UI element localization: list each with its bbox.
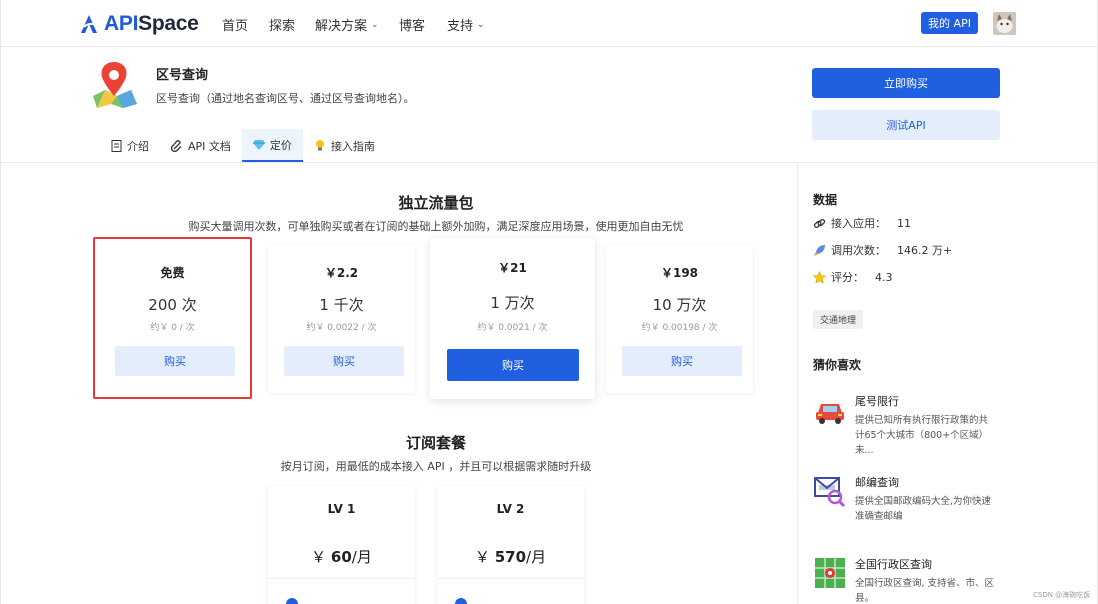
traffic-section-subtitle: 购买大量调用次数，可单独购买或者在订阅的基础上额外加购，满足深度应用场景，使用更… [188, 220, 684, 233]
plan-unit-price: 约￥ 0.0022 / 次 [306, 323, 377, 333]
subscription-section-title: 订阅套餐 [405, 434, 466, 452]
divider [268, 578, 415, 579]
recommend-title: 邮编查询 [855, 476, 899, 489]
diamond-icon [252, 139, 265, 151]
recommend-description: 提供已知所有执行限行政策的共计65个大城市（800+个区域）未... [855, 415, 989, 456]
rocket-icon [814, 244, 825, 256]
category-tag[interactable]: 交通地理 [813, 310, 864, 329]
nav-support[interactable]: 支持 ⌄ [447, 15, 485, 34]
tab-guide-label: 接入指南 [330, 139, 375, 153]
nav-solutions[interactable]: 解决方案 ⌄ [315, 15, 379, 34]
recommend-title: 全国行政区查询 [855, 558, 932, 571]
stat-rating-label: 评分： [831, 271, 864, 284]
check-icon [455, 598, 467, 604]
nav-explore[interactable]: 探索 [269, 15, 295, 34]
nav-explore-label: 探索 [269, 19, 296, 34]
nav-solutions-label: 解决方案 [315, 19, 368, 34]
top-nav: APISpace 首页 探索 解决方案 ⌄ 博客 支持 ⌄ 我的 API [1, 0, 1097, 47]
stat-calls: 调用次数： 146.2 万+ [813, 242, 952, 258]
mail-search-icon [814, 477, 846, 508]
data-section-title: 数据 [813, 193, 838, 207]
plan-card-21: ￥21 1 万次 约￥ 0.0021 / 次 购买 [430, 238, 595, 399]
nav-blog[interactable]: 博客 [399, 15, 425, 34]
page-title: 区号查询 [156, 68, 209, 83]
lightbulb-icon [314, 140, 326, 152]
document-icon [110, 139, 122, 152]
plan-quantity: 1 万次 [490, 294, 535, 312]
chevron-down-icon: ⌄ [477, 19, 485, 30]
avatar[interactable] [993, 12, 1016, 35]
plan-name: ￥198 [660, 266, 699, 280]
recommend-description: 提供全国邮政编码大全,为你快速准确查邮编 [855, 496, 992, 522]
plan-quantity: 10 万次 [652, 296, 707, 314]
divider [437, 578, 584, 579]
plan-card-198: ￥198 10 万次 约￥ 0.00198 / 次 购买 [606, 245, 753, 393]
buy-now-button[interactable]: 立即购买 [812, 68, 1000, 98]
subscription-section-subtitle: 按月订阅，用最低的成本接入 API ，并且可以根据需求随时升级 [280, 460, 592, 473]
subscription-name: LV 1 [327, 502, 356, 516]
tab-guide[interactable]: 接入指南 [303, 129, 386, 162]
recommend-section-title: 猜你喜欢 [813, 358, 862, 372]
link-icon [813, 218, 826, 228]
apispace-logo-icon [81, 15, 97, 33]
stat-calls-value: 146.2 万+ [897, 244, 953, 257]
stat-apps-value: 11 [897, 216, 911, 230]
star-icon [813, 270, 826, 284]
tab-pricing[interactable]: 定价 [241, 129, 303, 162]
tab-pricing-label: 定价 [269, 138, 292, 152]
tab-intro-label: 介绍 [127, 139, 149, 153]
buy-button[interactable]: 购买 [284, 346, 404, 376]
watermark: CSDN @海碗吃饭 [1033, 591, 1091, 599]
paperclip-icon [171, 139, 183, 152]
plan-unit-price: 约￥ 0.00198 / 次 [641, 323, 718, 333]
tab-bar: 介绍 API 文档 定价 接入指南 [99, 129, 386, 162]
subscription-name: LV 2 [496, 502, 525, 516]
nav-blog-label: 博客 [399, 19, 426, 34]
buy-button[interactable]: 购买 [622, 346, 742, 376]
my-api-button[interactable]: 我的 API [921, 12, 978, 34]
traffic-section-title: 独立流量包 [398, 194, 474, 212]
stat-rating: 评分： 4.3 [813, 269, 893, 285]
nav-support-label: 支持 [447, 19, 474, 34]
plan-unit-price: 约￥ 0.0021 / 次 [477, 323, 548, 333]
nav-home-label: 首页 [222, 19, 249, 34]
logo[interactable]: APISpace [78, 11, 199, 37]
logo-space-text: Space [138, 12, 199, 35]
subscription-price: ￥ 60/月 [311, 548, 372, 566]
tab-intro[interactable]: 介绍 [99, 129, 160, 162]
map-grid-icon [815, 558, 845, 588]
chevron-down-icon: ⌄ [371, 19, 379, 30]
page: APISpace 首页 探索 解决方案 ⌄ 博客 支持 ⌄ 我的 API 区号查… [0, 0, 1098, 604]
plan-quantity: 1 千次 [319, 296, 364, 314]
recommend-title: 尾号限行 [855, 395, 899, 408]
product-description: 区号查询（通过地名查询区号、通过区号查询地名）。 [156, 92, 415, 105]
stat-calls-label: 调用次数： [831, 244, 886, 257]
test-api-button[interactable]: 测试API [812, 110, 1000, 140]
plan-card-2-2: ￥2.2 1 千次 约￥ 0.0022 / 次 购买 [268, 245, 415, 393]
stat-rating-value: 4.3 [875, 270, 893, 284]
plan-name: ￥2.2 [324, 266, 359, 280]
check-icon [286, 598, 298, 604]
tab-api-docs[interactable]: API 文档 [160, 129, 242, 162]
stat-apps-label: 接入应用： [831, 217, 886, 230]
buy-button[interactable]: 购买 [447, 349, 579, 381]
tab-api-docs-label: API 文档 [188, 139, 231, 153]
sidebar-divider [797, 162, 798, 604]
divider [1, 162, 1097, 163]
subscription-price: ￥ 570/月 [474, 548, 547, 566]
highlight-box [93, 237, 252, 399]
subscription-card-lv2: LV 2 ￥ 570/月 [437, 486, 584, 604]
stat-apps: 接入应用： 11 [813, 215, 911, 231]
recommend-description: 全国行政区查询, 支持省、市、区县。 [855, 578, 995, 604]
map-pin-icon [91, 60, 139, 108]
nav-home[interactable]: 首页 [222, 15, 248, 34]
subscription-card-lv1: LV 1 ￥ 60/月 [268, 486, 415, 604]
car-icon [816, 404, 844, 424]
logo-api-text: API [104, 12, 139, 35]
plan-name: ￥21 [498, 261, 527, 275]
